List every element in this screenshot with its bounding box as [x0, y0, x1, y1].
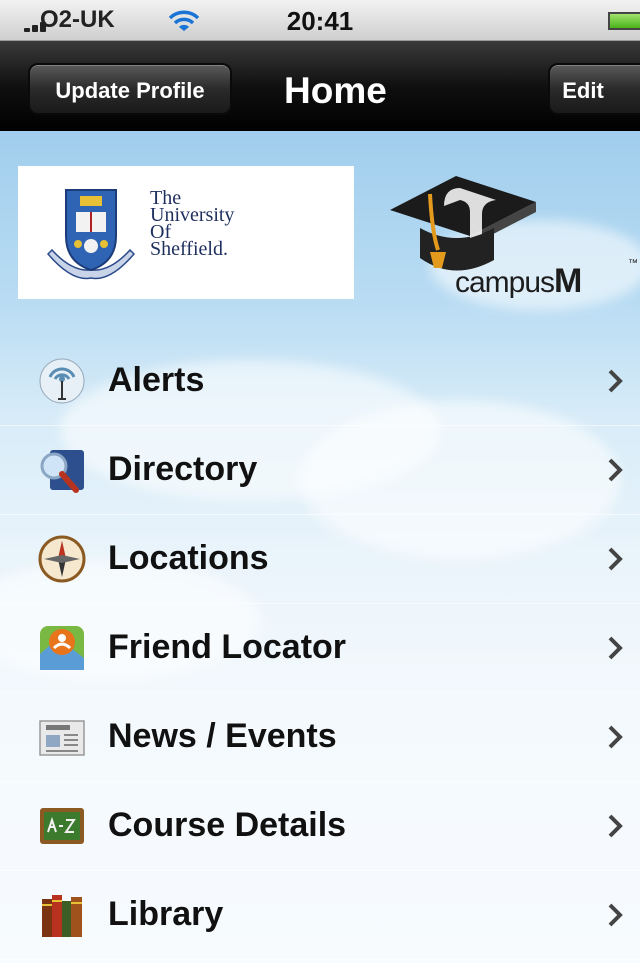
- newspaper-icon: [39, 720, 85, 756]
- university-logo: The University Of Sheffield.: [18, 166, 354, 299]
- page-title: Home: [284, 70, 387, 111]
- antenna-icon: [39, 358, 85, 404]
- menu-item-locations[interactable]: Locations: [0, 515, 640, 604]
- menu-item-label: Locations: [108, 539, 269, 577]
- app-screen: O2-UK 20:41 Update Profile Home Edit The…: [0, 0, 640, 963]
- status-time: 20:41: [286, 6, 354, 36]
- campusm-wordmark: campusM: [455, 262, 582, 300]
- trademark-symbol: ™: [628, 258, 638, 269]
- chevron-right-icon: [608, 547, 623, 571]
- home-menu-list: Alerts Directory Locations Friend Locato…: [0, 337, 640, 960]
- menu-item-library[interactable]: Library: [0, 871, 640, 960]
- person-pin-icon: [40, 626, 84, 670]
- university-crest-icon: [46, 189, 136, 280]
- menu-item-label: Alerts: [108, 361, 205, 399]
- menu-item-directory[interactable]: Directory: [0, 426, 640, 515]
- chevron-right-icon: [608, 903, 623, 927]
- menu-item-label: News / Events: [108, 717, 337, 755]
- menu-item-alerts[interactable]: Alerts: [0, 337, 640, 426]
- magnifier-book-icon: [40, 450, 84, 493]
- chevron-right-icon: [608, 369, 623, 393]
- menu-item-label: Library: [108, 895, 224, 933]
- compass-icon: [38, 535, 86, 583]
- menu-item-label: Course Details: [108, 806, 347, 844]
- status-bar: O2-UK 20:41: [0, 0, 640, 41]
- chevron-right-icon: [608, 458, 623, 482]
- university-name: The University Of Sheffield.: [150, 187, 235, 260]
- edit-button[interactable]: Edit: [548, 63, 640, 115]
- chevron-right-icon: [608, 725, 623, 749]
- battery-icon: [608, 12, 640, 30]
- chalkboard-icon: [40, 808, 84, 844]
- chevron-right-icon: [608, 814, 623, 838]
- menu-item-news-events[interactable]: News / Events: [0, 693, 640, 782]
- update-profile-button[interactable]: Update Profile: [28, 63, 232, 115]
- navigation-bar: Update Profile Home Edit: [0, 41, 640, 131]
- menu-item-course-details[interactable]: Course Details: [0, 782, 640, 871]
- books-icon: [42, 895, 82, 937]
- menu-item-friend-locator[interactable]: Friend Locator: [0, 604, 640, 693]
- menu-item-label: Directory: [108, 450, 258, 488]
- menu-item-label: Friend Locator: [108, 628, 347, 666]
- chevron-right-icon: [608, 636, 623, 660]
